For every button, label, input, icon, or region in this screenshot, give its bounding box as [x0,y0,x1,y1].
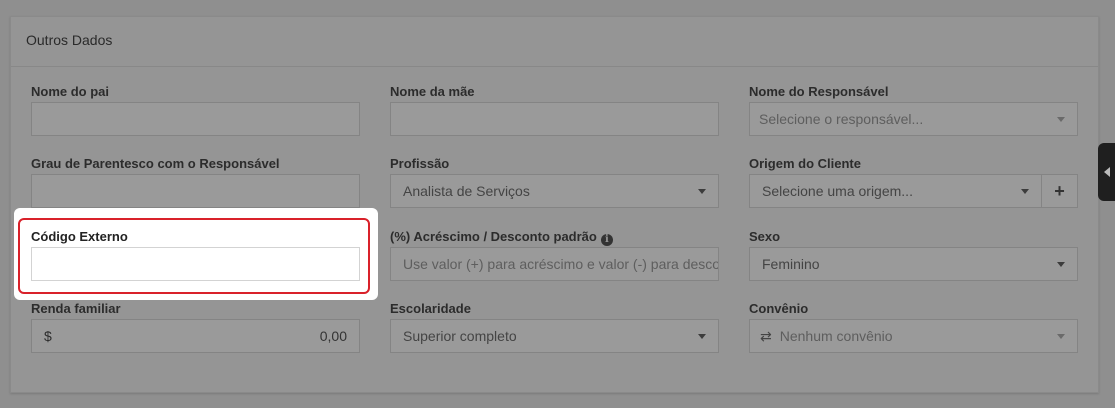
profissao-select[interactable]: Analista de Serviços [390,174,719,208]
origem-placeholder: Selecione uma origem... [762,183,913,199]
chevron-down-icon [1057,262,1065,267]
acrescimo-input[interactable]: Use valor (+) para acréscimo e valor (-)… [390,247,719,281]
nome-mae-label: Nome da mãe [390,84,475,99]
responsavel-select[interactable]: Selecione o responsável... [749,102,1078,136]
responsavel-placeholder: Selecione o responsável... [759,111,924,127]
grau-parentesco-input[interactable] [31,174,360,208]
acrescimo-label: (%) Acréscimo / Desconto padrão i [390,227,719,247]
nome-pai-field: Nome do pai [31,82,360,136]
origem-field: Origem do Cliente Selecione uma origem..… [749,154,1078,208]
chevron-down-icon [1057,334,1065,339]
nome-mae-field: Nome da mãe [390,82,719,136]
origem-select[interactable]: Selecione uma origem... [749,174,1042,208]
profissao-label: Profissão [390,156,450,171]
sexo-value: Feminino [762,256,820,272]
nome-mae-input[interactable] [390,102,719,136]
grau-parentesco-label: Grau de Parentesco com o Responsável [31,156,280,171]
profissao-value: Analista de Serviços [403,183,530,199]
convenio-select[interactable]: ⇄ Nenhum convênio [749,319,1078,353]
highlight-ring [18,218,370,294]
nome-pai-input[interactable] [31,102,360,136]
origem-label: Origem do Cliente [749,156,861,171]
responsavel-field: Nome do Responsável Selecione o responsá… [749,82,1078,136]
escolaridade-value: Superior completo [403,328,517,344]
side-panel-toggle[interactable] [1098,143,1115,201]
convenio-placeholder: Nenhum convênio [779,328,893,344]
profissao-field: Profissão Analista de Serviços [390,154,719,208]
nome-pai-label: Nome do pai [31,84,110,99]
panel-title: Outros Dados [11,17,1098,67]
convenio-field: Convênio ⇄ Nenhum convênio [749,299,1078,353]
sexo-select[interactable]: Feminino [749,247,1078,281]
convenio-label: Convênio [749,301,809,316]
renda-value: 0,00 [319,328,347,344]
acrescimo-label-text: (%) Acréscimo / Desconto padrão [390,229,597,244]
escolaridade-field: Escolaridade Superior completo [390,299,719,353]
renda-field: Renda familiar $ 0,00 [31,299,360,353]
chevron-down-icon [1057,117,1065,122]
chevron-down-icon [698,334,706,339]
info-icon[interactable]: i [600,234,613,246]
plus-icon: + [1054,180,1065,201]
currency-symbol: $ [44,328,52,344]
renda-input[interactable]: $ 0,00 [31,319,360,353]
chevron-down-icon [698,189,706,194]
grau-parentesco-field: Grau de Parentesco com o Responsável [31,154,360,208]
renda-label: Renda familiar [31,301,121,316]
escolaridade-select[interactable]: Superior completo [390,319,719,353]
acrescimo-field: (%) Acréscimo / Desconto padrão i Use val… [390,227,719,281]
sexo-label: Sexo [749,229,781,244]
responsavel-label: Nome do Responsável [749,84,889,99]
escolaridade-label: Escolaridade [390,301,471,316]
add-origem-button[interactable]: + [1041,174,1078,208]
sexo-field: Sexo Feminino [749,227,1078,281]
swap-arrows-icon: ⇄ [760,328,772,344]
chevron-down-icon [1021,189,1029,194]
